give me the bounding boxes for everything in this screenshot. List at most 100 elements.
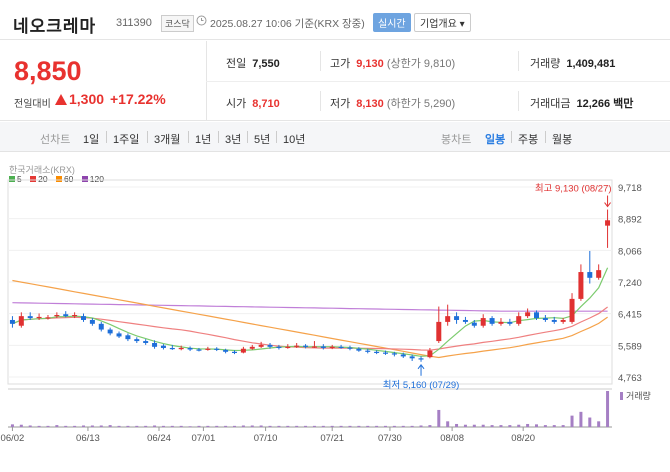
y-tick-label: 5,589 — [618, 341, 642, 352]
volume-bar — [206, 425, 210, 427]
volume-bar — [188, 426, 192, 427]
candle-body — [409, 356, 415, 359]
candle-body — [471, 322, 477, 326]
volume-bar — [517, 424, 521, 427]
volume-bar — [321, 425, 325, 427]
candle-body — [196, 349, 202, 351]
candle-body — [214, 348, 220, 350]
candle-body — [160, 345, 166, 348]
volume-bar — [277, 425, 281, 427]
volume-bar — [419, 425, 423, 427]
x-tick-label: 07/10 — [254, 433, 278, 444]
candle-body — [462, 319, 468, 322]
volume-bar — [339, 425, 343, 427]
x-tick-label: 06/13 — [76, 433, 100, 444]
candle-body — [72, 314, 78, 317]
volume-bar — [170, 425, 174, 427]
volume-bar — [117, 425, 121, 427]
candle-body — [391, 353, 397, 355]
volume-bar — [366, 425, 370, 427]
candle-body — [89, 319, 95, 324]
candle-body — [374, 351, 380, 354]
volume-bar — [161, 425, 165, 427]
volume-bar — [579, 411, 583, 427]
candle-body — [107, 329, 113, 334]
volume-bar — [330, 425, 334, 427]
volume-bar — [508, 425, 512, 427]
candle-body — [427, 350, 433, 358]
candle-body — [240, 348, 246, 353]
candle-body — [525, 312, 531, 317]
candle-body — [18, 316, 24, 326]
volume-bar — [28, 425, 32, 427]
volume-bar — [144, 425, 148, 427]
volume-bar — [108, 425, 112, 427]
y-tick-label: 9,718 — [618, 183, 642, 194]
price-chart[interactable]: 9,718 8,892 8,066 7,240 6,415 5,589 4,763 거래량 06… — [0, 0, 670, 472]
volume-bar — [286, 425, 290, 427]
candle-body — [45, 317, 51, 319]
volume-bar — [552, 425, 556, 427]
x-tick-label: 07/01 — [192, 433, 216, 444]
volume-bar — [348, 425, 352, 427]
y-tick-label: 6,415 — [618, 310, 642, 321]
candle-body — [169, 347, 175, 350]
candle-body — [329, 346, 335, 349]
candle-body — [63, 314, 69, 317]
volume-label: 거래량 — [626, 390, 651, 401]
volume-bar — [10, 424, 14, 427]
candle-body — [569, 298, 575, 322]
volume-bar — [410, 425, 414, 427]
candle-body — [285, 346, 291, 349]
ma-5-line — [12, 267, 609, 357]
candle-body — [507, 321, 513, 324]
candle-body — [542, 318, 548, 320]
volume-bar — [481, 424, 485, 427]
candle-body — [596, 270, 602, 278]
volume-bar — [233, 425, 236, 427]
volume-bar — [135, 425, 139, 427]
volume-bar — [99, 425, 103, 427]
volume-bar — [446, 421, 450, 427]
candle-body — [187, 347, 193, 350]
volume-bar — [561, 425, 565, 427]
volume-bar — [490, 425, 494, 427]
volume-bar — [73, 425, 77, 427]
x-tick-label: 06/24 — [147, 433, 171, 444]
volume-bar — [535, 424, 538, 427]
volume-bar — [455, 423, 459, 427]
volume-bar — [463, 424, 467, 427]
volume-bar — [259, 425, 263, 427]
candle-body — [36, 316, 42, 319]
candle-body — [125, 335, 131, 340]
candle-body — [365, 350, 371, 352]
candle-body — [605, 220, 611, 226]
candle-body — [143, 341, 149, 343]
high-annotation: 최고 9,130 (08/27) — [535, 184, 612, 195]
volume-bar — [384, 425, 387, 427]
candle-body — [498, 321, 504, 324]
candle-body — [134, 339, 140, 342]
candle-body — [267, 344, 273, 347]
candle-body — [116, 333, 122, 337]
candle-body — [560, 319, 566, 322]
volume-bar — [241, 425, 245, 427]
candle-body — [81, 316, 86, 320]
candle-body — [205, 348, 211, 350]
candle-body — [152, 342, 158, 347]
y-tick-label: 4,763 — [618, 373, 642, 384]
volume-bar — [250, 425, 254, 427]
volume-bar — [401, 425, 405, 427]
candle-body — [27, 316, 33, 319]
volume-bar — [179, 425, 183, 427]
volume-bar — [268, 425, 272, 427]
y-tick-label: 8,892 — [618, 215, 642, 226]
volume-bar — [37, 425, 41, 427]
volume-bar — [19, 424, 23, 427]
candle-body — [418, 358, 424, 360]
x-tick-label: 08/20 — [511, 433, 535, 444]
candle-body — [311, 346, 317, 348]
candle-body — [54, 314, 60, 317]
volume-bar — [215, 425, 219, 427]
x-tick-label: 07/21 — [320, 433, 344, 444]
